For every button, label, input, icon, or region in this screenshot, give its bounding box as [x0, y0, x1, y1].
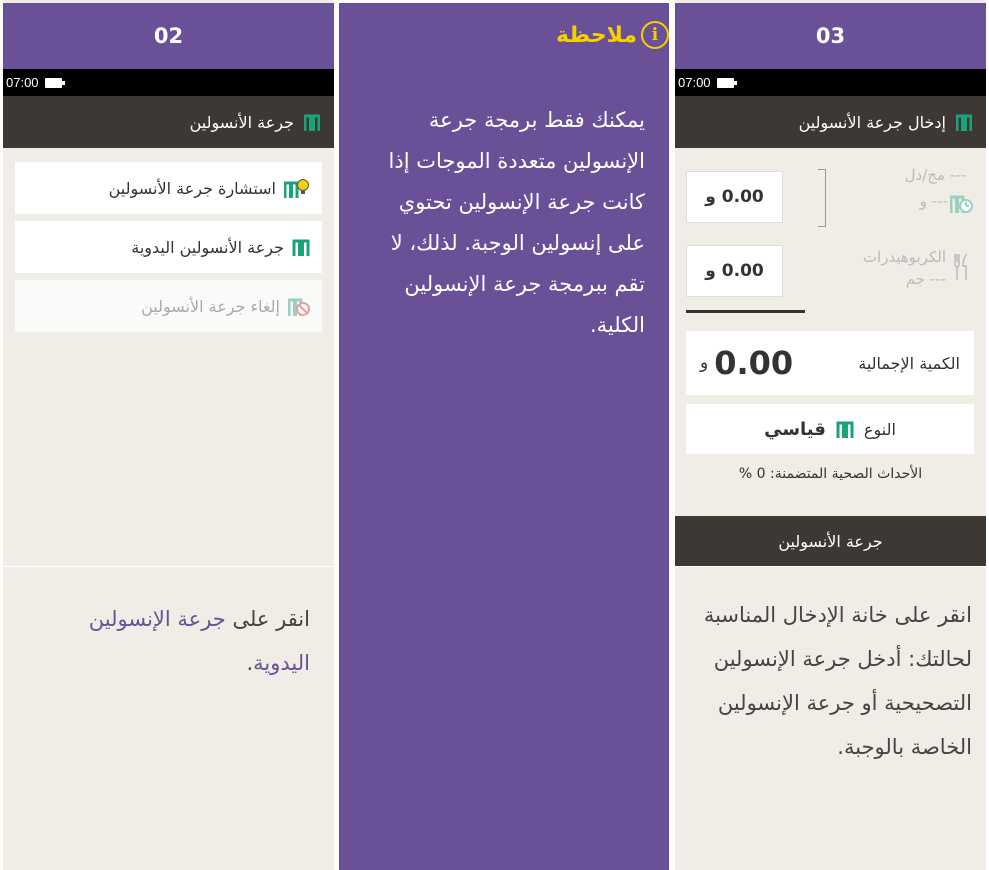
step-number: 02 [3, 3, 334, 69]
screen-title: جرعة الأنسولين [189, 112, 294, 132]
status-time: 07:00 [6, 75, 39, 90]
bolus-advisor-icon [284, 179, 309, 198]
divider-line [686, 310, 805, 313]
note-title: ملاحظة [556, 22, 637, 48]
meal-bolus-input[interactable]: 0.00 و [686, 245, 783, 297]
standard-bolus-icon [836, 421, 854, 438]
total-unit: و [700, 353, 709, 373]
menu-item-label: جرعة الأنسولين اليدوية [131, 237, 284, 257]
note-header: i ملاحظة [339, 21, 669, 49]
battery-icon [716, 77, 737, 88]
carbs-placeholder: --- جم [905, 270, 946, 288]
total-amount-row: الكمية الإجمالية 0.00 و [686, 331, 974, 395]
menu-item-cancel-bolus[interactable]: إلغاء جرعة الأنسولين [15, 280, 322, 332]
menu-item-bolus-advisor[interactable]: استشارة جرعة الأنسولين [15, 162, 322, 214]
insulin-bolus-icon [956, 114, 972, 131]
instruction-caption: انقر على جرعة الإنسولين اليدوية. [3, 566, 334, 870]
menu-item-manual-bolus[interactable]: جرعة الأنسولين اليدوية [15, 221, 322, 273]
menu-item-label: استشارة جرعة الأنسولين [108, 178, 276, 198]
manual-bolus-icon [292, 239, 310, 256]
step-03-panel: 03 07:00 إدخال جرعة الأنسولين --- مج/دل … [675, 0, 986, 870]
info-icon: i [641, 21, 669, 49]
total-label: الكمية الإجمالية [858, 353, 960, 373]
step-02-panel: 02 07:00 جرعة الأنسولين استشارة جرعة الأ… [3, 0, 334, 870]
type-label: النوع [863, 419, 896, 439]
utensils-icon [954, 253, 968, 280]
caption-text: انقر على [225, 607, 310, 631]
instruction-caption: انقر على خانة الإدخال المناسبة لحالتك: أ… [675, 566, 986, 870]
bolus-menu: استشارة جرعة الأنسولين جرعة الأنسولين ال… [3, 148, 334, 332]
note-panel: i ملاحظة يمكنك فقط برمجة جرعة الإنسولين … [339, 3, 669, 870]
cancel-bolus-icon [288, 298, 310, 316]
status-bar: 07:00 [3, 69, 334, 96]
type-value: قياسي [764, 418, 826, 440]
note-text: يمكنك فقط برمجة جرعة الإنسولين متعددة ال… [388, 108, 645, 337]
bg-units-placeholder: --- و [919, 192, 948, 210]
correction-bolus-input[interactable]: 0.00 و [686, 171, 783, 223]
menu-item-label: إلغاء جرعة الأنسولين [141, 296, 280, 316]
status-time: 07:00 [678, 75, 711, 90]
health-events-text: الأحداث الصحية المتضمنة: 0 % [738, 466, 923, 482]
bolus-confirm-button[interactable]: جرعة الأنسولين [675, 516, 986, 566]
screen-title-bar: إدخال جرعة الأنسولين [675, 96, 986, 148]
correction-bolus-icon [950, 195, 973, 213]
bolus-type-row[interactable]: النوع قياسي [686, 404, 974, 454]
screen-title-bar: جرعة الأنسولين [3, 96, 334, 148]
battery-icon [44, 77, 65, 88]
carbs-label: الكربوهيدرات [862, 248, 946, 266]
status-bar: 07:00 [675, 69, 986, 96]
screen-title: إدخال جرعة الأنسولين [798, 112, 946, 132]
total-value: 0.00 [714, 344, 794, 382]
bracket-divider [818, 169, 826, 227]
insulin-bolus-icon [304, 114, 320, 131]
bg-value-placeholder: --- مج/دل [904, 166, 966, 184]
step-number: 03 [675, 3, 986, 69]
